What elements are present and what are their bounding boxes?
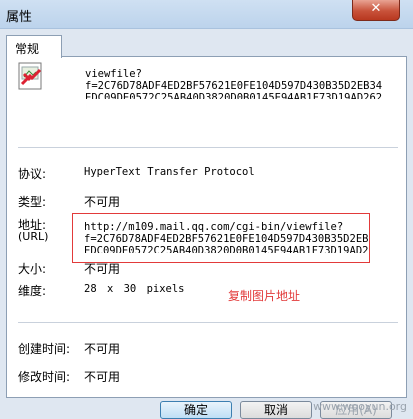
annotation-text: 复制图片地址 [228, 289, 301, 303]
cancel-button[interactable]: 取消 [240, 401, 312, 419]
ok-button[interactable]: 确定 [160, 401, 232, 419]
close-icon: ✕ [370, 1, 382, 16]
address-sublabel: (URL) [18, 230, 49, 243]
modified-value: 不可用 [84, 370, 121, 384]
file-name-line-1: viewfile? [85, 68, 142, 80]
watermark: www.wooyun.org [313, 400, 407, 413]
created-value: 不可用 [84, 342, 121, 356]
created-label: 创建时间: [18, 342, 71, 356]
type-value: 不可用 [84, 195, 121, 209]
file-name-line-2: f=2C76D78ADF4ED2BF57621E0FE104D597D430B3… [85, 80, 383, 92]
tab-general-label: 常规 [15, 42, 40, 56]
tab-general[interactable]: 常规 [6, 35, 62, 58]
dimensions-value: 28 x 30 pixels [84, 283, 185, 295]
divider [18, 147, 398, 148]
file-name-line-3: EDC09DE0572C25AB40D3820D0B0145E94AB1F73D… [85, 92, 383, 99]
close-button[interactable]: ✕ [352, 0, 400, 21]
protocol-value: HyperText Transfer Protocol [84, 166, 255, 178]
size-label: 大小: [18, 262, 47, 276]
dimensions-label: 维度: [18, 284, 47, 298]
broken-image-icon [18, 62, 42, 90]
window-title: 属性 [6, 10, 33, 25]
title-bar: 属性 ✕ [0, 0, 413, 29]
size-value: 不可用 [84, 262, 121, 276]
divider [18, 322, 398, 323]
modified-label: 修改时间: [18, 370, 71, 384]
protocol-label: 协议: [18, 167, 47, 181]
type-label: 类型: [18, 195, 47, 209]
highlight-box [72, 213, 370, 263]
